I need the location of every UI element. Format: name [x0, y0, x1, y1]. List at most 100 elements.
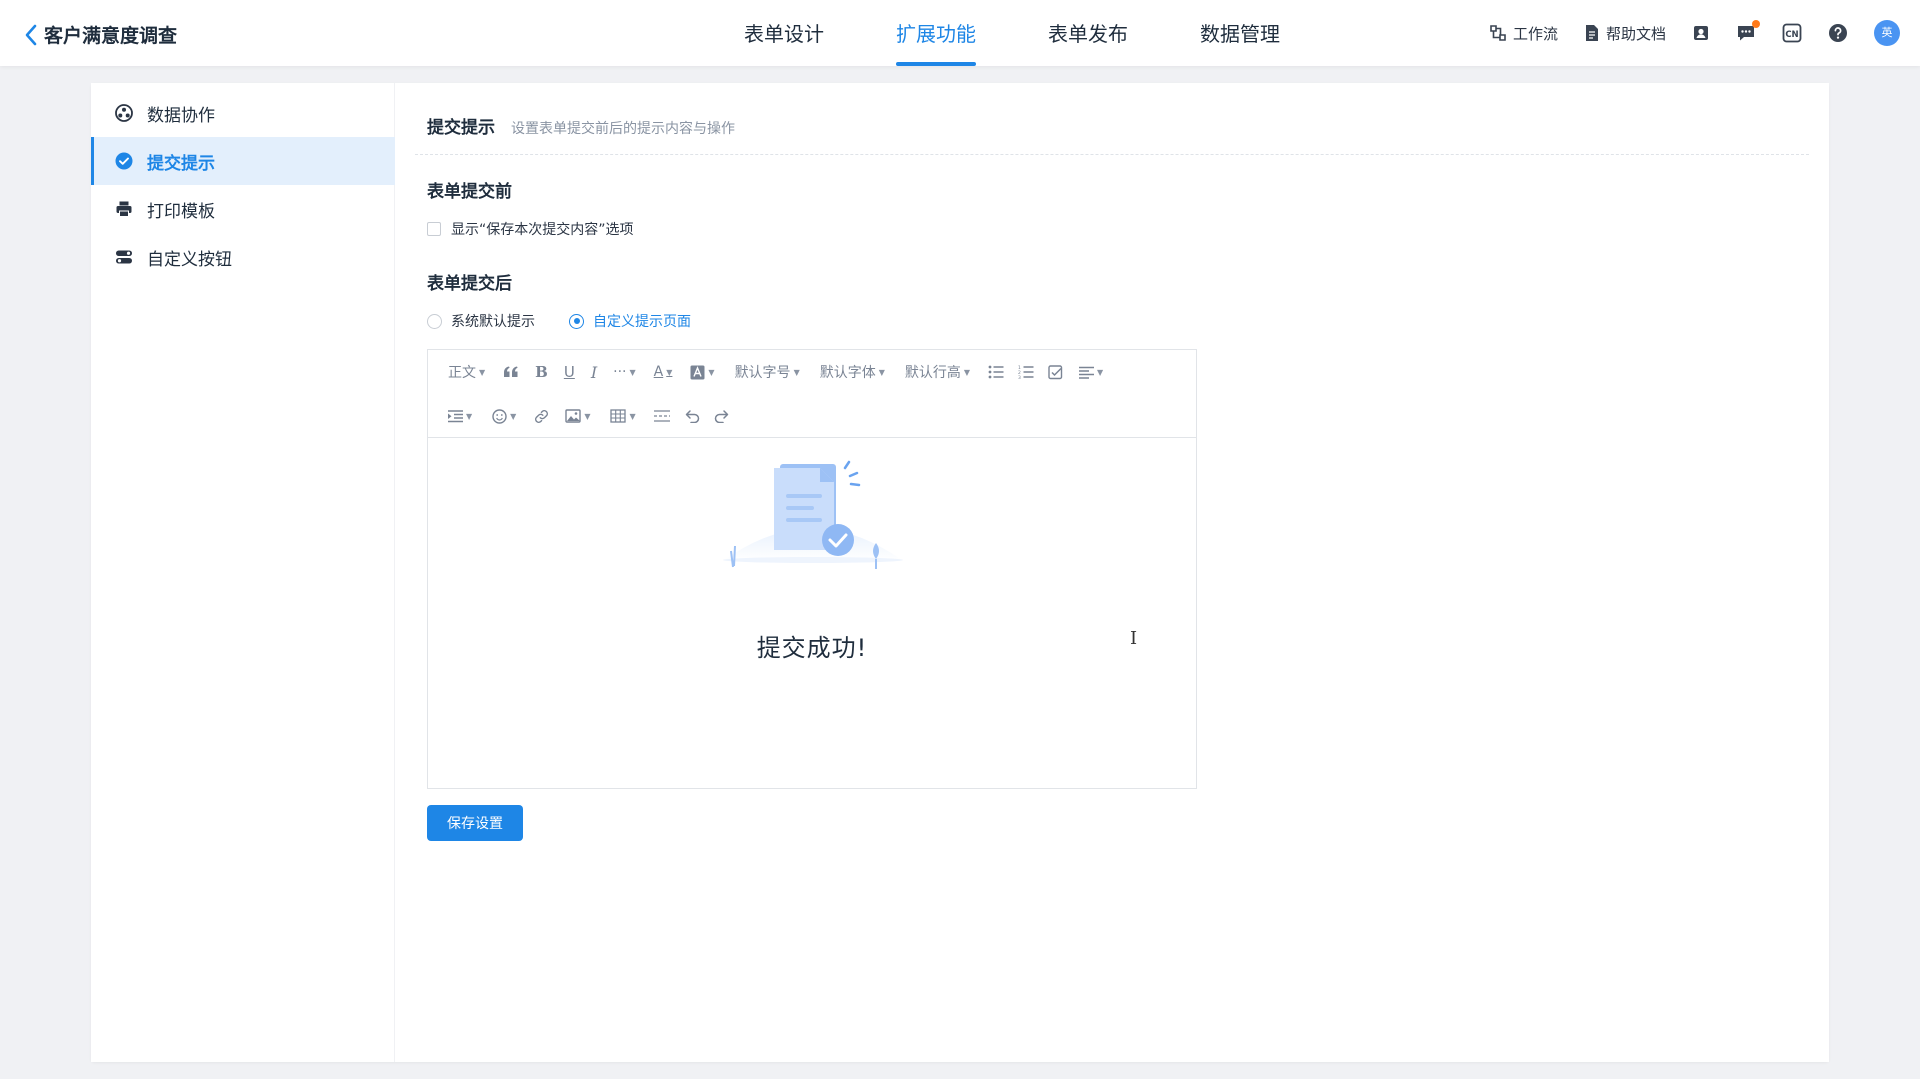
bullet-list-button[interactable]	[982, 358, 1010, 386]
caret-down-icon: ▼	[878, 367, 885, 377]
italic-button[interactable]: I	[585, 358, 603, 386]
sidebar-item-data-collaboration[interactable]: 数据协作	[91, 89, 395, 137]
line-height-dropdown[interactable]: 默认行高 ▼	[899, 358, 976, 386]
more-label: ···	[613, 364, 627, 380]
back-button[interactable]: 客户满意度调查	[24, 21, 177, 48]
font-color-dropdown[interactable]: A ▼	[648, 358, 679, 386]
tab-data-management[interactable]: 数据管理	[1184, 0, 1296, 66]
font-family-label: 默认字体	[819, 365, 876, 381]
editor-content-area[interactable]: 提交成功! I	[428, 438, 1196, 788]
default-tip-radio[interactable]	[427, 313, 442, 329]
help-button[interactable]	[1828, 23, 1848, 43]
save-content-option[interactable]: 显示“保存本次提交内容”选项	[427, 219, 634, 239]
language-icon: CN	[1782, 23, 1802, 43]
user-avatar[interactable]: 英	[1874, 20, 1900, 46]
custom-page-label[interactable]: 自定义提示页面	[593, 311, 691, 331]
image-dropdown[interactable]: ▼	[559, 402, 596, 430]
caret-down-icon: ▼	[629, 411, 636, 421]
main-tabs: 表单设计 扩展功能 表单发布 数据管理	[728, 0, 1296, 66]
success-message: 提交成功!	[756, 634, 868, 662]
undo-button[interactable]	[678, 402, 706, 430]
toolbar-row-2: ▼ ▼ ▼ ▼	[442, 402, 736, 430]
paragraph-style-dropdown[interactable]: 正文 ▼	[442, 358, 491, 386]
contact-card-icon	[1694, 26, 1708, 40]
caret-down-icon: ▼	[708, 367, 715, 377]
caret-down-icon: ▼	[479, 367, 486, 377]
redo-button[interactable]	[708, 402, 736, 430]
save-content-checkbox[interactable]	[427, 222, 441, 236]
caret-down-icon: ▼	[584, 411, 591, 421]
checkbox-icon	[1048, 364, 1063, 379]
workflow-icon	[1490, 25, 1506, 41]
tab-extensions[interactable]: 扩展功能	[880, 0, 992, 66]
caret-down-icon: ▼	[629, 367, 636, 377]
header-tools: 工作流 帮助文档 CN 英	[1489, 0, 1900, 66]
toolbar-row-1: 正文 ▼ B U I ··· ▼ A ▼ ▼ 默认字号 ▼ 默认字体 ▼ 默认行高 ▼	[442, 358, 1109, 386]
link-button[interactable]	[528, 402, 555, 430]
paragraph-style-label: 正文	[448, 365, 476, 381]
sidebar-item-label: 自定义按钮	[147, 249, 232, 270]
align-dropdown[interactable]: ▼	[1073, 358, 1109, 386]
emoji-icon	[492, 408, 507, 424]
numbered-list-button[interactable]: 123	[1012, 358, 1040, 386]
more-format-dropdown[interactable]: ··· ▼	[607, 358, 642, 386]
background-color-icon	[690, 365, 705, 379]
sidebar-item-custom-button[interactable]: 自定义按钮	[91, 233, 395, 281]
check-circle-icon	[115, 152, 133, 170]
tab-form-design[interactable]: 表单设计	[728, 0, 840, 66]
section-description: 设置表单提交前后的提示内容与操作	[511, 121, 735, 137]
tab-form-publish[interactable]: 表单发布	[1032, 0, 1144, 66]
sidebar-item-label: 提交提示	[147, 153, 215, 174]
undo-icon	[685, 410, 699, 423]
default-tip-label[interactable]: 系统默认提示	[451, 311, 535, 331]
background-color-dropdown[interactable]: ▼	[684, 358, 720, 386]
sidebar-item-submit-tip[interactable]: 提交提示	[91, 137, 395, 185]
font-size-dropdown[interactable]: 默认字号 ▼	[729, 358, 806, 386]
workflow-button[interactable]: 工作流	[1489, 23, 1558, 44]
document-check-illustration	[723, 460, 903, 569]
divider	[415, 154, 1809, 155]
help-docs-button[interactable]: 帮助文档	[1584, 23, 1666, 44]
link-icon	[535, 409, 549, 423]
indent-icon	[448, 409, 463, 422]
sidebar-item-print-template[interactable]: 打印模板	[91, 185, 395, 233]
caret-down-icon: ▼	[510, 411, 517, 421]
table-dropdown[interactable]: ▼	[604, 402, 641, 430]
toggle-icon	[116, 250, 132, 264]
todo-list-button[interactable]	[1042, 358, 1069, 386]
emoji-dropdown[interactable]: ▼	[486, 402, 522, 430]
after-submit-options: 系统默认提示 自定义提示页面	[427, 311, 691, 331]
section-header: 提交提示 设置表单提交前后的提示内容与操作	[427, 113, 735, 138]
save-content-label: 显示“保存本次提交内容”选项	[451, 222, 634, 238]
language-button[interactable]: CN	[1782, 23, 1802, 43]
horizontal-rule-icon	[653, 410, 670, 422]
contacts-button[interactable]	[1692, 24, 1710, 42]
underline-button[interactable]: U	[558, 358, 581, 386]
sidebar-item-label: 数据协作	[147, 105, 215, 126]
workflow-label: 工作流	[1512, 24, 1558, 43]
help-docs-label: 帮助文档	[1605, 24, 1666, 43]
sidebar-item-label: 打印模板	[147, 201, 215, 222]
indent-dropdown[interactable]: ▼	[442, 402, 478, 430]
bold-button[interactable]: B	[529, 358, 554, 386]
quote-button[interactable]	[497, 358, 525, 386]
image-icon	[565, 409, 582, 423]
table-icon	[610, 409, 627, 423]
main-card: 数据协作 提交提示 打印模板 自定义按钮 提交提示 设置表单提交前后的提示内容与…	[91, 83, 1829, 1062]
caret-down-icon: ▼	[1097, 367, 1104, 377]
font-family-dropdown[interactable]: 默认字体 ▼	[814, 358, 891, 386]
line-height-label: 默认行高	[904, 365, 961, 381]
messages-button[interactable]	[1736, 20, 1760, 42]
caret-down-icon: ▼	[666, 367, 673, 377]
chevron-left-icon[interactable]	[24, 24, 38, 46]
divider-button[interactable]	[648, 402, 676, 430]
caret-down-icon: ▼	[793, 367, 800, 377]
save-settings-button[interactable]: 保存设置	[427, 805, 523, 841]
language-label: CN	[1785, 30, 1798, 40]
caret-down-icon: ▼	[963, 367, 971, 377]
share-icon	[115, 104, 133, 122]
document-icon	[1585, 25, 1598, 41]
quote-icon	[504, 366, 518, 377]
top-bar: 客户满意度调查 表单设计 扩展功能 表单发布 数据管理 工作流 帮助文档 CN …	[0, 0, 1920, 66]
custom-page-radio[interactable]	[569, 313, 584, 329]
